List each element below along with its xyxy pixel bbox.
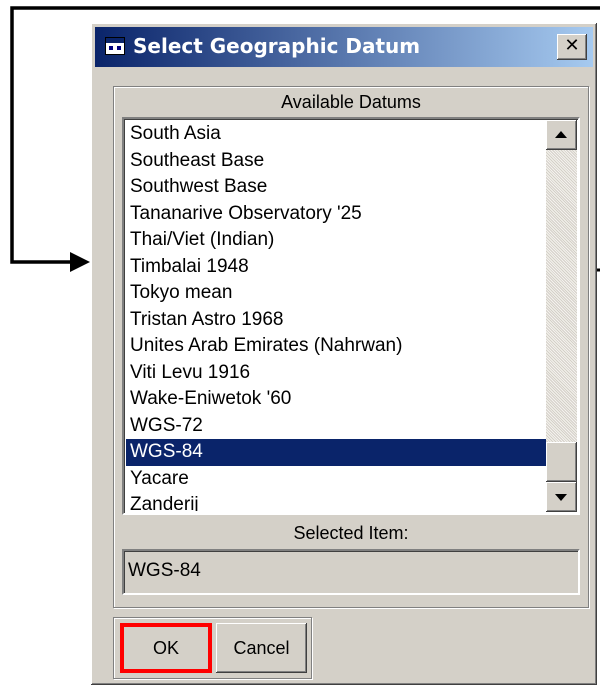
datum-dialog: Select Geographic Datum ✕ Available Datu… bbox=[91, 23, 597, 685]
list-item[interactable]: Zanderij bbox=[126, 492, 546, 511]
list-item[interactable]: Thai/Viet (Indian) bbox=[126, 227, 546, 254]
selected-item-label: Selected Item: bbox=[293, 523, 409, 543]
window-title: Select Geographic Datum bbox=[133, 34, 421, 58]
list-item[interactable]: Tristan Astro 1968 bbox=[126, 307, 546, 334]
list-item[interactable]: Southwest Base bbox=[126, 174, 546, 201]
close-button[interactable]: ✕ bbox=[557, 34, 587, 60]
close-icon: ✕ bbox=[564, 35, 580, 56]
list-item[interactable]: South Asia bbox=[126, 121, 546, 148]
arrow-head bbox=[70, 252, 90, 272]
list-item[interactable]: Tananarive Observatory '25 bbox=[126, 201, 546, 228]
list-item-selected[interactable]: WGS-84 bbox=[126, 439, 546, 466]
available-datums-label: Available Datums bbox=[281, 92, 421, 112]
scroll-down-arrow-icon bbox=[555, 494, 567, 501]
selected-item-field: WGS-84 bbox=[122, 549, 580, 595]
scroll-up-arrow-icon bbox=[555, 131, 567, 138]
scroll-down-button[interactable] bbox=[546, 482, 577, 512]
scroll-thumb[interactable] bbox=[546, 442, 577, 482]
list-item[interactable]: WGS-72 bbox=[126, 413, 546, 440]
datum-listbox[interactable]: South Asia Southeast Base Southwest Base Ta… bbox=[122, 117, 580, 515]
list-item[interactable]: Wake-Eniwetok '60 bbox=[126, 386, 546, 413]
list-item[interactable]: Tokyo mean bbox=[126, 280, 546, 307]
button-group: OK Cancel bbox=[113, 617, 312, 679]
list-item[interactable]: Timbalai 1948 bbox=[126, 254, 546, 281]
datum-group: Available Datums South Asia Southeast Bas… bbox=[113, 86, 589, 608]
title-bar[interactable]: Select Geographic Datum ✕ bbox=[95, 27, 593, 67]
list-item[interactable]: Yacare bbox=[126, 466, 546, 493]
list-item[interactable]: Southeast Base bbox=[126, 148, 546, 175]
list-item[interactable]: Unites Arab Emirates (Nahrwan) bbox=[126, 333, 546, 360]
ok-button[interactable]: OK bbox=[120, 623, 212, 673]
scroll-up-button[interactable] bbox=[546, 120, 577, 150]
vertical-scrollbar[interactable] bbox=[546, 120, 577, 512]
cancel-button[interactable]: Cancel bbox=[216, 623, 307, 673]
app-icon bbox=[105, 37, 125, 55]
datum-list: South Asia Southeast Base Southwest Base Ta… bbox=[126, 121, 546, 511]
list-item[interactable]: Viti Levu 1916 bbox=[126, 360, 546, 387]
